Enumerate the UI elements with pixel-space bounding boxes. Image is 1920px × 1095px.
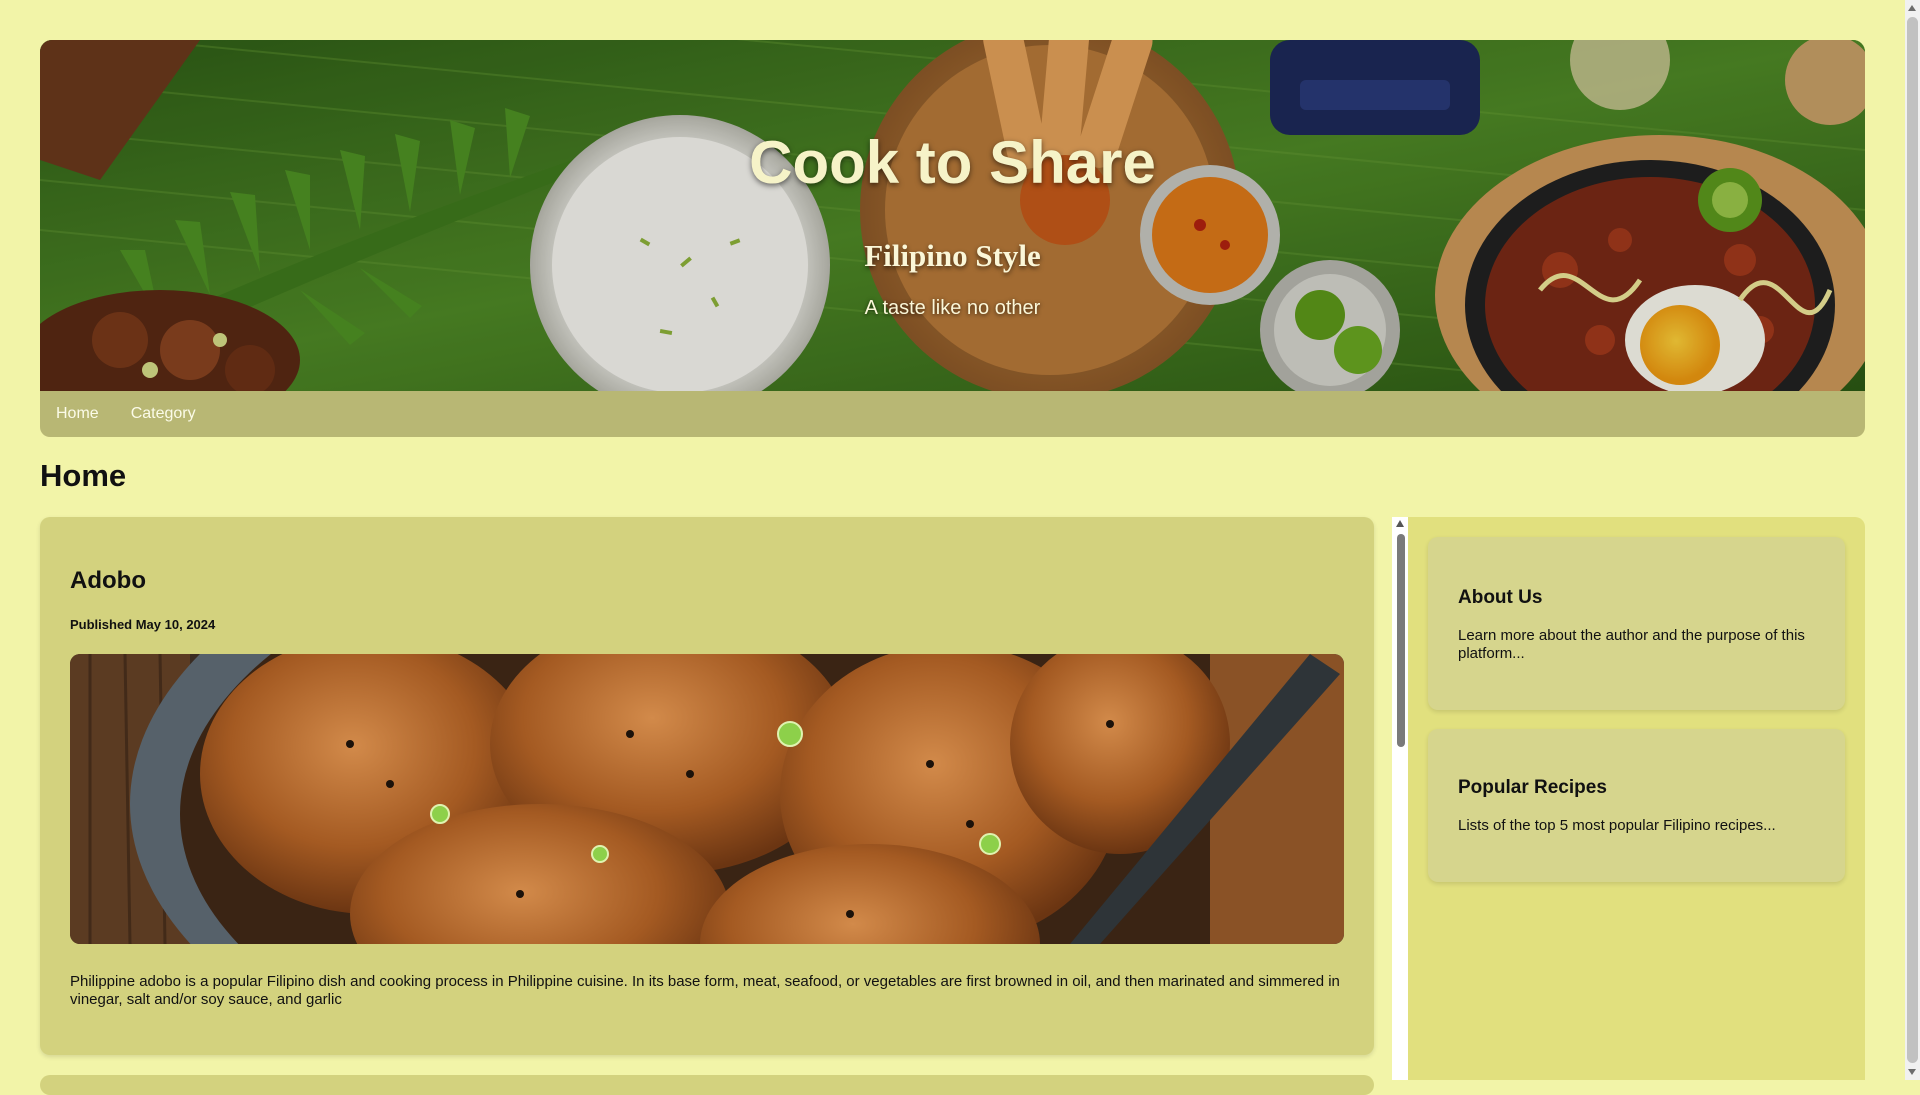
about-us-title: About Us (1458, 587, 1543, 608)
popular-recipes-widget[interactable]: Popular Recipes Lists of the top 5 most … (1428, 729, 1845, 882)
post-excerpt: Philippine adobo is a popular Filipino d… (70, 973, 1340, 1008)
page-scroll-up-arrow-icon[interactable] (1908, 5, 1916, 11)
scroll-up-arrow-icon[interactable] (1396, 520, 1404, 527)
next-post-card (40, 1075, 1374, 1095)
post-published-date: Published May 10, 2024 (70, 617, 216, 632)
site-tagline: A taste like no other (864, 297, 1041, 319)
nav-category-link[interactable]: Category (131, 405, 196, 423)
adobo-dish-image[interactable] (70, 654, 1344, 944)
about-us-widget[interactable]: About Us Learn more about the author and… (1428, 537, 1845, 710)
page-scroll-down-arrow-icon[interactable] (1908, 1069, 1916, 1075)
popular-recipes-text: Lists of the top 5 most popular Filipino… (1458, 817, 1776, 834)
main-nav: Home Category (40, 391, 1865, 437)
sidebar: About Us Learn more about the author and… (1408, 517, 1865, 1080)
post-title[interactable]: Adobo (70, 567, 146, 595)
site-header: Cook to Share Filipino Style A taste lik… (40, 40, 1865, 391)
hero-text: Cook to Share Filipino Style A taste lik… (40, 40, 1865, 391)
site-subtitle: Filipino Style (864, 238, 1041, 273)
site-title: Cook to Share (749, 129, 1156, 196)
nav-home-link[interactable]: Home (56, 405, 99, 423)
page-title: Home (40, 458, 127, 493)
page-scrollbar-thumb[interactable] (1907, 17, 1918, 1063)
about-us-text: Learn more about the author and the purp… (1458, 627, 1805, 662)
page: Cook to Share Filipino Style A taste lik… (0, 0, 1920, 1095)
post-card: Adobo Published May 10, 2024 Philippine … (40, 517, 1374, 1055)
content-scrollbar-thumb[interactable] (1397, 534, 1405, 747)
popular-recipes-title: Popular Recipes (1458, 777, 1607, 798)
